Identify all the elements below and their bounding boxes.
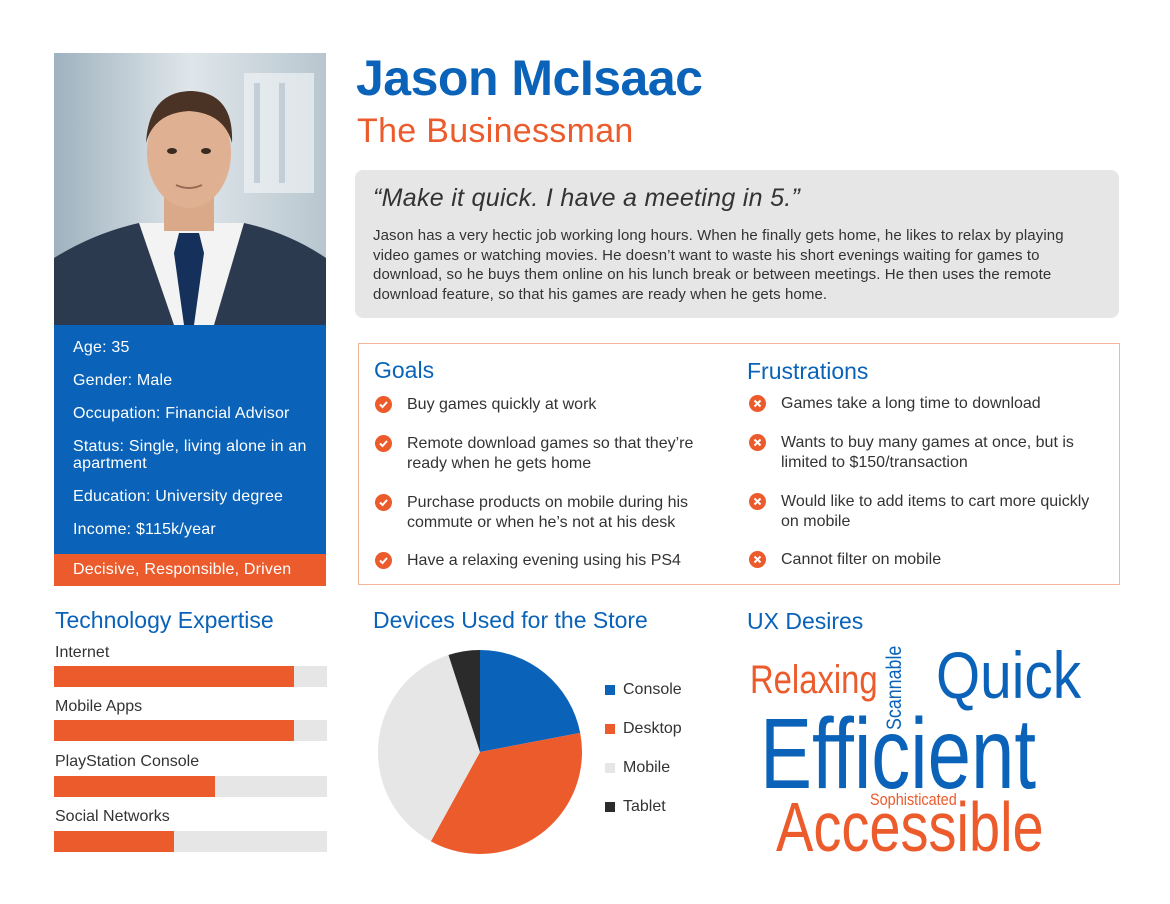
close-icon (749, 434, 766, 451)
frustration-text: Would like to add items to cart more qui… (781, 493, 1090, 530)
close-icon (749, 493, 766, 510)
detail-education: Education: University degree (73, 488, 284, 505)
tech-bar-fill (54, 720, 295, 741)
legend-item: Desktop (605, 720, 682, 738)
check-icon (375, 435, 392, 452)
legend-label: Tablet (623, 798, 666, 815)
detail-age: Age: 35 (73, 339, 130, 356)
detail-gender: Gender: Male (73, 372, 173, 389)
word-accessible: Accessible (776, 788, 1044, 866)
tech-label: PlayStation Console (55, 753, 200, 770)
legend-item: Tablet (605, 798, 666, 816)
legend-swatch (605, 802, 615, 812)
tech-expertise-title: Technology Expertise (55, 607, 274, 633)
tech-bar (54, 720, 327, 741)
goal-text: Buy games quickly at work (407, 396, 597, 413)
frustration-text: Games take a long time to download (781, 395, 1041, 412)
persona-portrait-image (54, 53, 326, 325)
devices-pie-chart (377, 650, 582, 854)
legend-swatch (605, 685, 615, 695)
persona-details-panel: Age: 35 Gender: Male Occupation: Financi… (54, 325, 326, 554)
persona-quote: “Make it quick. I have a meeting in 5.” (373, 184, 801, 212)
close-icon (749, 395, 766, 412)
goal-text: Purchase products on mobile during his c… (407, 494, 689, 531)
goals-title: Goals (374, 357, 435, 383)
frustration-item: Wants to buy many games at once, but is … (749, 433, 1099, 473)
goal-text: Remote download games so that they’re re… (407, 435, 694, 472)
frustration-item: Would like to add items to cart more qui… (749, 492, 1099, 532)
word-relaxing: Relaxing (750, 658, 878, 702)
detail-income: Income: $115k/year (73, 521, 216, 538)
persona-name: Jason McIsaac (356, 50, 703, 106)
goal-text: Have a relaxing evening using his PS4 (407, 552, 681, 569)
tech-label: Internet (55, 644, 110, 661)
legend-swatch (605, 724, 615, 734)
tech-bar (54, 831, 327, 852)
legend-item: Console (605, 681, 682, 699)
legend-item: Mobile (605, 759, 670, 777)
detail-status: Status: Single, living alone in an apart… (73, 438, 307, 472)
check-icon (375, 552, 392, 569)
legend-label: Mobile (623, 759, 671, 776)
legend-swatch (605, 763, 615, 773)
tech-label: Mobile Apps (55, 698, 143, 715)
persona-traits: Decisive, Responsible, Driven (54, 554, 326, 586)
frustration-text: Wants to buy many games at once, but is … (781, 434, 1074, 471)
goal-item: Have a relaxing evening using his PS4 (375, 551, 735, 571)
legend-label: Desktop (623, 720, 682, 737)
legend-label: Console (623, 681, 682, 698)
goal-item: Buy games quickly at work (375, 395, 725, 415)
frustration-item: Games take a long time to download (749, 394, 1099, 414)
quote-box: “Make it quick. I have a meeting in 5.” … (355, 170, 1119, 318)
close-icon (749, 551, 766, 568)
check-icon (375, 494, 392, 511)
tech-bar (54, 666, 327, 687)
detail-occupation: Occupation: Financial Advisor (73, 405, 290, 422)
frustration-text: Cannot filter on mobile (781, 551, 942, 568)
tech-bar (54, 776, 327, 797)
tech-bar-fill (54, 666, 295, 687)
check-icon (375, 396, 392, 413)
frustration-item: Cannot filter on mobile (749, 550, 1099, 570)
tech-bar-fill (54, 831, 175, 852)
tech-label: Social Networks (55, 808, 170, 825)
devices-title: Devices Used for the Store (373, 607, 648, 633)
persona-role: The Businessman (357, 112, 634, 150)
tech-bar-fill (54, 776, 216, 797)
frustrations-title: Frustrations (747, 358, 869, 384)
persona-bio: Jason has a very hectic job working long… (373, 227, 1064, 303)
goal-item: Remote download games so that they’re re… (375, 434, 735, 474)
goal-item: Purchase products on mobile during his c… (375, 493, 735, 533)
persona-photo (54, 53, 326, 325)
ux-desires-title: UX Desires (747, 608, 864, 634)
